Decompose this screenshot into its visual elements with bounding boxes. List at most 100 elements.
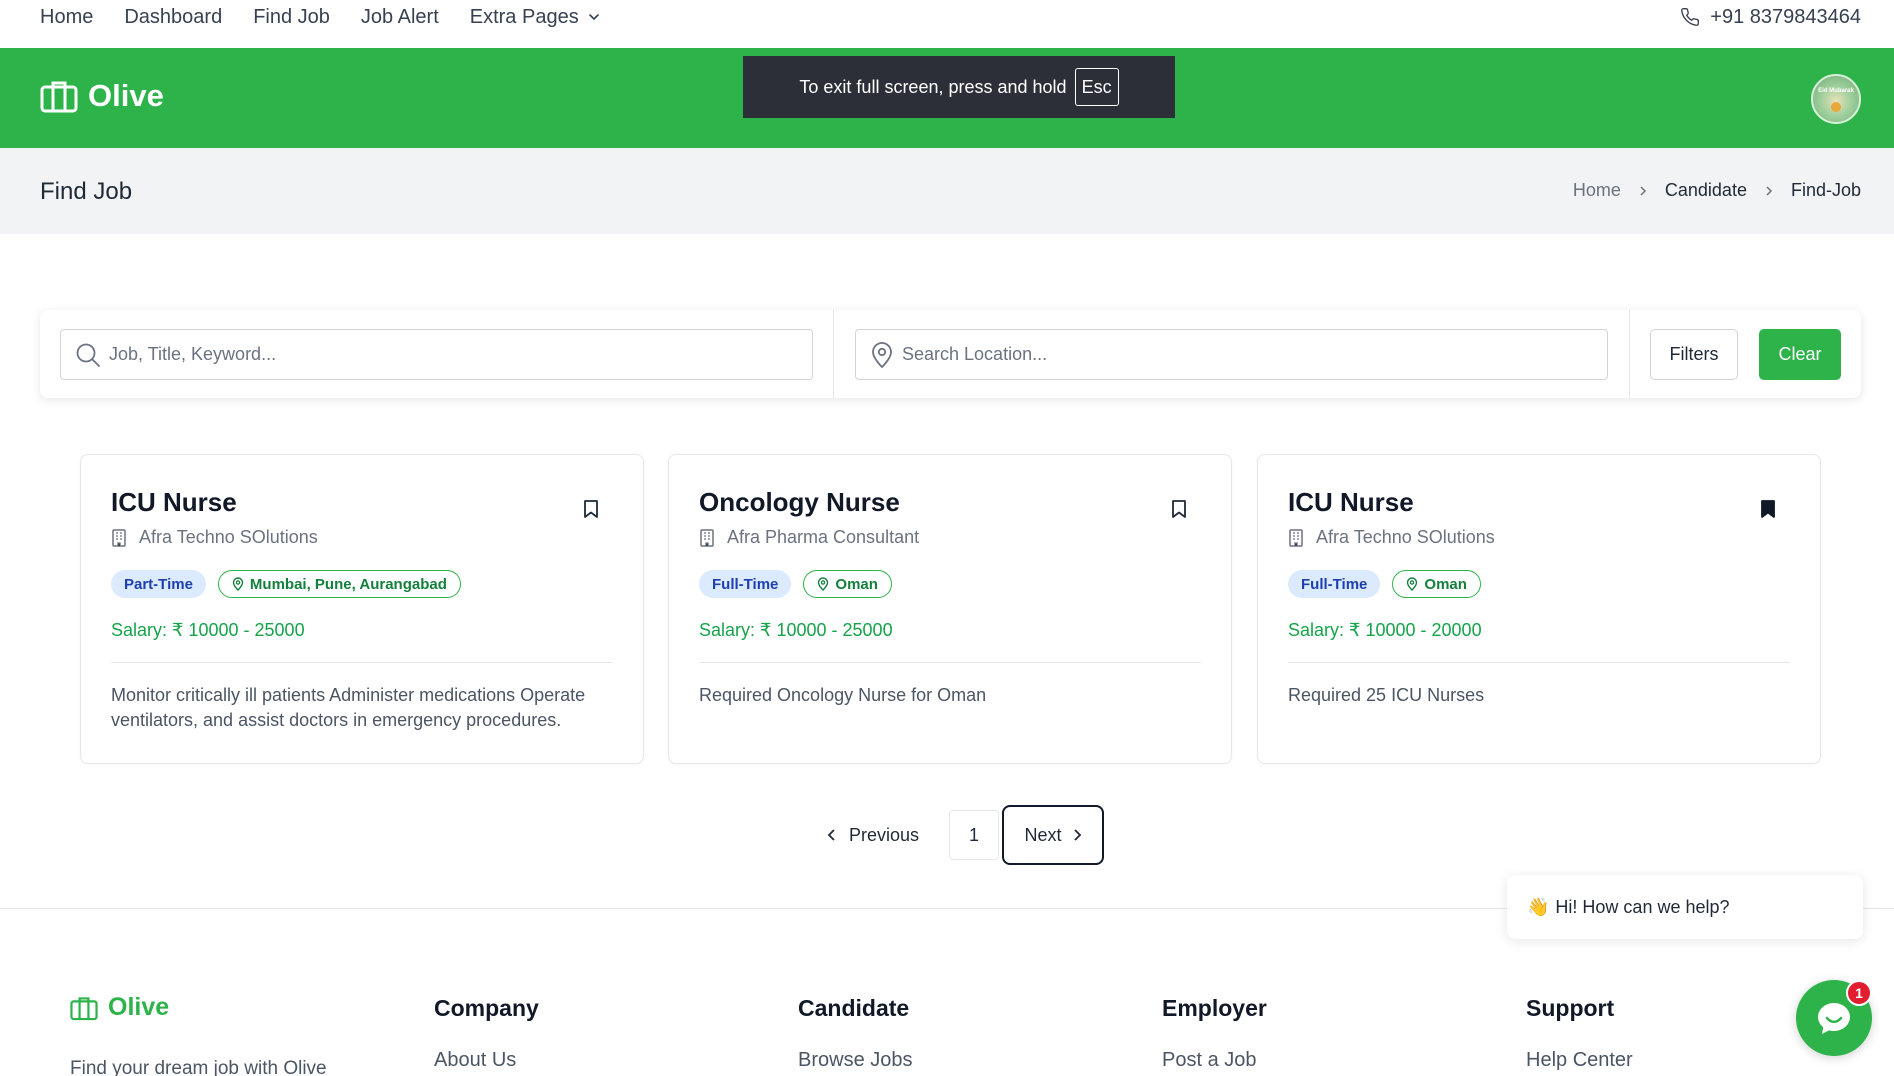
breadcrumb-candidate[interactable]: Candidate bbox=[1665, 180, 1747, 201]
top-nav-links: Home Dashboard Find Job Job Alert Extra … bbox=[40, 0, 632, 34]
footer-heading: Candidate bbox=[798, 995, 910, 1021]
location-badge: Mumbai, Pune, Aurangabad bbox=[217, 570, 461, 598]
user-avatar[interactable]: Eid Mubarak bbox=[1811, 74, 1861, 124]
location-search-field[interactable] bbox=[855, 329, 1608, 380]
job-tags: Full-Time Oman bbox=[1288, 570, 1481, 598]
brand-logo[interactable]: Olive bbox=[40, 78, 164, 114]
waving-hand-icon: 👋 bbox=[1527, 896, 1550, 917]
footer-brand[interactable]: Olive bbox=[70, 993, 169, 1022]
job-description: Monitor critically ill patients Administ… bbox=[111, 685, 586, 730]
footer-heading: Company bbox=[434, 995, 539, 1021]
clear-button[interactable]: Clear bbox=[1759, 329, 1841, 380]
breadcrumb: Home Candidate Find-Job bbox=[1573, 180, 1861, 201]
chat-icon bbox=[1818, 1003, 1850, 1034]
keyword-search-field[interactable] bbox=[60, 329, 813, 380]
brand-name: Olive bbox=[88, 78, 164, 113]
job-type-badge: Full-Time bbox=[1288, 570, 1381, 598]
job-description: Required Oncology Nurse for Oman bbox=[699, 685, 987, 705]
job-title[interactable]: ICU Nurse bbox=[111, 487, 237, 518]
footer-heading: Employer bbox=[1162, 995, 1267, 1021]
keyword-search-input[interactable] bbox=[109, 344, 773, 365]
location-text: Mumbai, Pune, Aurangabad bbox=[249, 575, 447, 593]
previous-label: Previous bbox=[849, 824, 920, 845]
card-divider bbox=[111, 662, 613, 663]
page-title-band: Find Job Home Candidate Find-Job bbox=[0, 148, 1894, 234]
bookmark-icon[interactable] bbox=[583, 499, 599, 519]
next-page-button[interactable]: Next bbox=[1002, 805, 1105, 865]
nav-link-home[interactable]: Home bbox=[40, 6, 93, 29]
chat-greeting-text: Hi! How can we help? bbox=[1555, 896, 1730, 917]
job-title[interactable]: ICU Nurse bbox=[1288, 487, 1414, 518]
footer-column-company: Company About Us bbox=[434, 995, 539, 1072]
map-pin-icon bbox=[232, 577, 244, 591]
footer-column-employer: Employer Post a Job bbox=[1162, 995, 1267, 1072]
footer-link-help-center[interactable]: Help Center bbox=[1526, 1049, 1633, 1072]
job-card[interactable]: ICU Nurse Afra Techno SOlutions Part-Tim… bbox=[80, 454, 644, 764]
job-type-badge: Full-Time bbox=[699, 570, 792, 598]
building-icon bbox=[112, 528, 126, 547]
search-divider bbox=[1629, 310, 1630, 398]
top-navigation: Home Dashboard Find Job Job Alert Extra … bbox=[0, 0, 1894, 48]
nav-link-job-alert[interactable]: Job Alert bbox=[361, 6, 439, 29]
briefcase-icon bbox=[40, 81, 78, 113]
company-line: Afra Techno SOlutions bbox=[1288, 527, 1495, 548]
contact-phone[interactable]: +91 8379843464 bbox=[1680, 0, 1861, 34]
pagination: Previous 1 Next bbox=[815, 805, 1105, 865]
building-icon bbox=[700, 528, 714, 547]
map-pin-icon bbox=[818, 577, 829, 591]
location-badge: Oman bbox=[1392, 570, 1481, 598]
footer-link-post-a-job[interactable]: Post a Job bbox=[1162, 1049, 1267, 1072]
location-search-input[interactable] bbox=[902, 344, 1566, 365]
briefcase-icon bbox=[70, 996, 98, 1020]
location-badge: Oman bbox=[803, 570, 892, 598]
chevron-right-icon bbox=[1638, 185, 1648, 197]
nav-dropdown-extra-pages[interactable]: Extra Pages bbox=[470, 6, 601, 29]
filters-button[interactable]: Filters bbox=[1650, 329, 1738, 380]
job-card[interactable]: Oncology Nurse Afra Pharma Consultant Fu… bbox=[668, 454, 1232, 764]
footer-link-browse-jobs[interactable]: Browse Jobs bbox=[798, 1049, 913, 1072]
chevron-down-icon bbox=[588, 14, 599, 21]
chevron-right-icon bbox=[1764, 185, 1774, 197]
page-number-button[interactable]: 1 bbox=[949, 810, 1000, 860]
esc-key-hint: Esc bbox=[1074, 68, 1119, 106]
chat-greeting-bubble[interactable]: 👋 Hi! How can we help? bbox=[1507, 875, 1863, 939]
phone-icon bbox=[1681, 7, 1700, 26]
footer-heading: Support bbox=[1526, 995, 1615, 1021]
job-title[interactable]: Oncology Nurse bbox=[699, 487, 900, 518]
location-text: Oman bbox=[835, 575, 878, 593]
job-tags: Part-Time Mumbai, Pune, Aurangabad bbox=[111, 570, 461, 598]
job-card[interactable]: ICU Nurse Afra Techno SOlutions Full-Tim… bbox=[1257, 454, 1821, 764]
bookmark-icon[interactable] bbox=[1171, 499, 1187, 519]
salary-range: Salary: ₹ 10000 - 25000 bbox=[699, 620, 893, 640]
company-name: Afra Techno SOlutions bbox=[1316, 527, 1495, 547]
chevron-left-icon bbox=[827, 829, 835, 841]
breadcrumb-home[interactable]: Home bbox=[1573, 180, 1621, 201]
footer-link-about-us[interactable]: About Us bbox=[434, 1049, 539, 1072]
footer-tagline: Find your dream job with Olive bbox=[70, 1058, 327, 1076]
company-name: Afra Pharma Consultant bbox=[727, 527, 920, 547]
chevron-right-icon bbox=[1073, 829, 1081, 841]
nav-link-dashboard[interactable]: Dashboard bbox=[124, 6, 222, 29]
job-description: Required 25 ICU Nurses bbox=[1288, 685, 1485, 705]
chat-unread-badge: 1 bbox=[1846, 980, 1872, 1006]
card-divider bbox=[1288, 662, 1790, 663]
company-line: Afra Pharma Consultant bbox=[699, 527, 919, 548]
fullscreen-exit-toast: To exit full screen, press and hold Esc bbox=[743, 56, 1175, 118]
avatar-caption: Eid Mubarak bbox=[1818, 88, 1854, 94]
company-name: Afra Techno SOlutions bbox=[139, 527, 318, 547]
next-label: Next bbox=[1024, 824, 1062, 845]
search-divider bbox=[833, 310, 834, 398]
job-type-badge: Part-Time bbox=[111, 570, 206, 598]
bookmark-filled-icon[interactable] bbox=[1760, 499, 1776, 519]
nav-link-find-job[interactable]: Find Job bbox=[253, 6, 330, 29]
fullscreen-toast-text: To exit full screen, press and hold bbox=[799, 76, 1067, 97]
map-pin-icon bbox=[1407, 577, 1418, 591]
card-divider bbox=[699, 662, 1201, 663]
building-icon bbox=[1289, 528, 1303, 547]
breadcrumb-current: Find-Job bbox=[1790, 180, 1861, 200]
nav-link-extra-pages-label: Extra Pages bbox=[469, 5, 579, 28]
previous-page-button[interactable]: Previous bbox=[815, 810, 939, 860]
job-tags: Full-Time Oman bbox=[699, 570, 892, 598]
page-title: Find Job bbox=[40, 178, 133, 205]
phone-number: +91 8379843464 bbox=[1710, 5, 1861, 28]
